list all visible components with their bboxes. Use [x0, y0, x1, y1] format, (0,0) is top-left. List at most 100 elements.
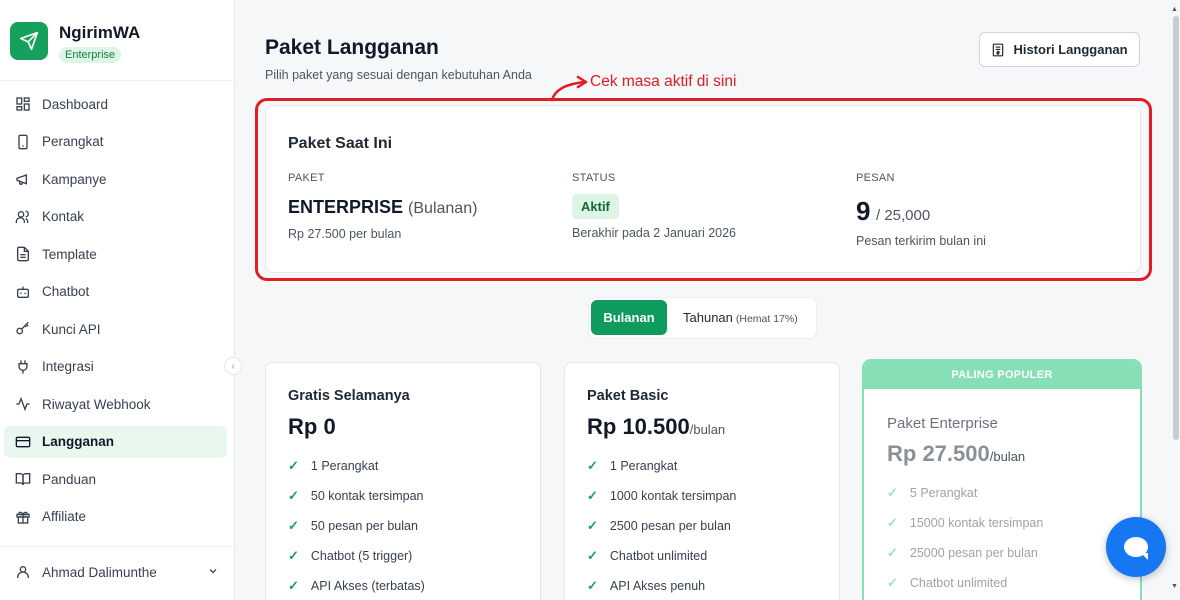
feature-item: ✓ 15000 kontak tersimpan	[887, 515, 1043, 531]
sidebar-item-label: Perangkat	[42, 134, 104, 149]
toggle-yearly[interactable]: Tahunan (Hemat 17%)	[683, 310, 798, 325]
feature-text: Chatbot unlimited	[909, 576, 1008, 590]
check-icon: ✓	[587, 518, 598, 533]
sidebar-item-label: Affiliate	[42, 509, 87, 524]
sidebar-item-kampanye[interactable]: Kampanye	[4, 163, 227, 195]
plan-card-name: Gratis Selamanya	[288, 388, 410, 404]
feature-text: 50 pesan per bulan	[310, 519, 418, 533]
file-icon	[14, 245, 32, 263]
price-unit: /bulan	[989, 449, 1026, 464]
feature-text: 1 Perangkat	[310, 459, 379, 473]
chat-support-button[interactable]	[1106, 517, 1166, 577]
chevron-down-icon	[207, 565, 219, 580]
history-button-label: Histori Langganan	[1013, 42, 1128, 57]
book-icon	[14, 470, 32, 488]
annotation-text: Cek masa aktif di sini	[590, 73, 737, 90]
sidebar-item-label: Langganan	[42, 434, 115, 449]
sidebar-item-template[interactable]: Template	[4, 238, 227, 270]
sidebar-item-label: Panduan	[42, 471, 97, 487]
sidebar-item-label: Kontak	[42, 209, 85, 224]
plan-card-name: Paket Basic	[587, 388, 669, 404]
price-value: Rp 10.500	[587, 414, 690, 439]
sidebar: NgirimWA Enterprise Dashboard Perangkat …	[0, 0, 235, 600]
feature-text: 25000 pesan per bulan	[909, 546, 1038, 560]
sidebar-item-label: Kunci API	[42, 321, 101, 337]
feature-text: 50 kontak tersimpan	[310, 489, 424, 503]
page-subtitle: Pilih paket yang sesuai dengan kebutuhan…	[265, 68, 532, 82]
feature-item: ✓ 50 pesan per bulan	[288, 518, 418, 534]
send-icon	[10, 22, 48, 60]
sidebar-item-label: Riwayat Webhook	[42, 396, 151, 412]
feature-text: 15000 kontak tersimpan	[909, 516, 1044, 530]
feature-text: API Akses penuh	[609, 579, 706, 593]
check-icon: ✓	[288, 578, 299, 593]
feature-item: ✓ API Akses penuh	[587, 578, 705, 594]
receipt-icon	[993, 43, 1004, 56]
key-icon	[14, 320, 32, 338]
sidebar-item-riwayat-webhook[interactable]: Riwayat Webhook	[4, 388, 227, 420]
credit-card-icon	[14, 433, 32, 451]
feature-item: ✓ 1 Perangkat	[288, 458, 378, 474]
sidebar-item-affiliate[interactable]: Affiliate	[4, 501, 227, 533]
collapse-sidebar-button[interactable]: ‹	[224, 357, 242, 375]
plug-icon	[14, 358, 32, 376]
feature-item: ✓ Chatbot unlimited	[587, 548, 707, 564]
check-icon: ✓	[887, 485, 898, 500]
scroll-down-arrow[interactable]: ▼	[1171, 583, 1178, 590]
sidebar-item-chatbot[interactable]: Chatbot	[4, 276, 227, 308]
divider	[0, 80, 235, 81]
feature-text: 1000 kontak tersimpan	[609, 489, 737, 503]
sidebar-item-label: Kampanye	[42, 171, 107, 187]
plan-badge: Enterprise	[59, 47, 122, 63]
feature-item: ✓ 1000 kontak tersimpan	[587, 488, 736, 504]
chevron-left-icon: ‹	[231, 360, 235, 372]
check-icon: ✓	[288, 458, 299, 473]
sidebar-nav: Dashboard Perangkat Kampanye Kontak Temp…	[4, 88, 227, 538]
check-icon: ✓	[587, 548, 598, 563]
sidebar-item-panduan[interactable]: Panduan	[4, 463, 227, 495]
sidebar-item-label: Dashboard	[42, 96, 109, 112]
feature-text: Chatbot unlimited	[609, 549, 708, 563]
feature-item: ✓ API Akses (terbatas)	[288, 578, 425, 594]
check-icon: ✓	[288, 518, 299, 533]
toggle-monthly[interactable]: Bulanan	[591, 300, 667, 335]
user-menu[interactable]: Ahmad Dalimunthe	[14, 563, 219, 581]
grid-icon	[14, 95, 32, 113]
feature-item: ✓ 2500 pesan per bulan	[587, 518, 731, 534]
sidebar-item-perangkat[interactable]: Perangkat	[4, 126, 227, 158]
check-icon: ✓	[587, 458, 598, 473]
scroll-up-arrow[interactable]: ▲	[1171, 6, 1178, 13]
check-icon: ✓	[887, 575, 898, 590]
divider	[0, 546, 235, 547]
activity-icon	[14, 395, 32, 413]
megaphone-icon	[14, 170, 32, 188]
sidebar-item-dashboard[interactable]: Dashboard	[4, 88, 227, 120]
check-icon: ✓	[587, 578, 598, 593]
chat-icon	[1124, 537, 1148, 560]
price-unit: /bulan	[689, 422, 726, 437]
feature-item: ✓ 1 Perangkat	[587, 458, 677, 474]
user-icon	[14, 563, 32, 581]
history-button[interactable]: Histori Langganan	[979, 32, 1140, 67]
feature-text: 5 Perangkat	[909, 486, 978, 500]
brand[interactable]: NgirimWA Enterprise	[10, 22, 140, 63]
brand-name: NgirimWA	[59, 23, 141, 42]
user-name: Ahmad Dalimunthe	[42, 564, 157, 580]
check-icon: ✓	[887, 515, 898, 530]
plan-card-price: Rp 0	[288, 414, 336, 439]
sidebar-item-integrasi[interactable]: Integrasi	[4, 351, 227, 383]
plan-card-enterprise: PALING POPULER Paket Enterprise Rp 27.50…	[862, 359, 1142, 600]
sidebar-item-langganan[interactable]: Langganan	[4, 425, 227, 458]
check-icon: ✓	[887, 545, 898, 560]
scrollbar-thumb[interactable]	[1173, 16, 1179, 440]
feature-item: ✓ 25000 pesan per bulan	[887, 545, 1038, 561]
check-icon: ✓	[288, 548, 299, 563]
sidebar-item-kunci-api[interactable]: Kunci API	[4, 313, 227, 345]
annotation-highlight-box	[255, 98, 1152, 281]
feature-text: 1 Perangkat	[609, 459, 678, 473]
sidebar-item-label: Integrasi	[42, 359, 94, 374]
feature-item: ✓ Chatbot (5 trigger)	[288, 548, 412, 564]
sidebar-item-kontak[interactable]: Kontak	[4, 201, 227, 233]
plan-card-price: Rp 10.500/bulan	[587, 414, 725, 440]
yearly-savings-note: (Hemat 17%)	[735, 313, 798, 325]
